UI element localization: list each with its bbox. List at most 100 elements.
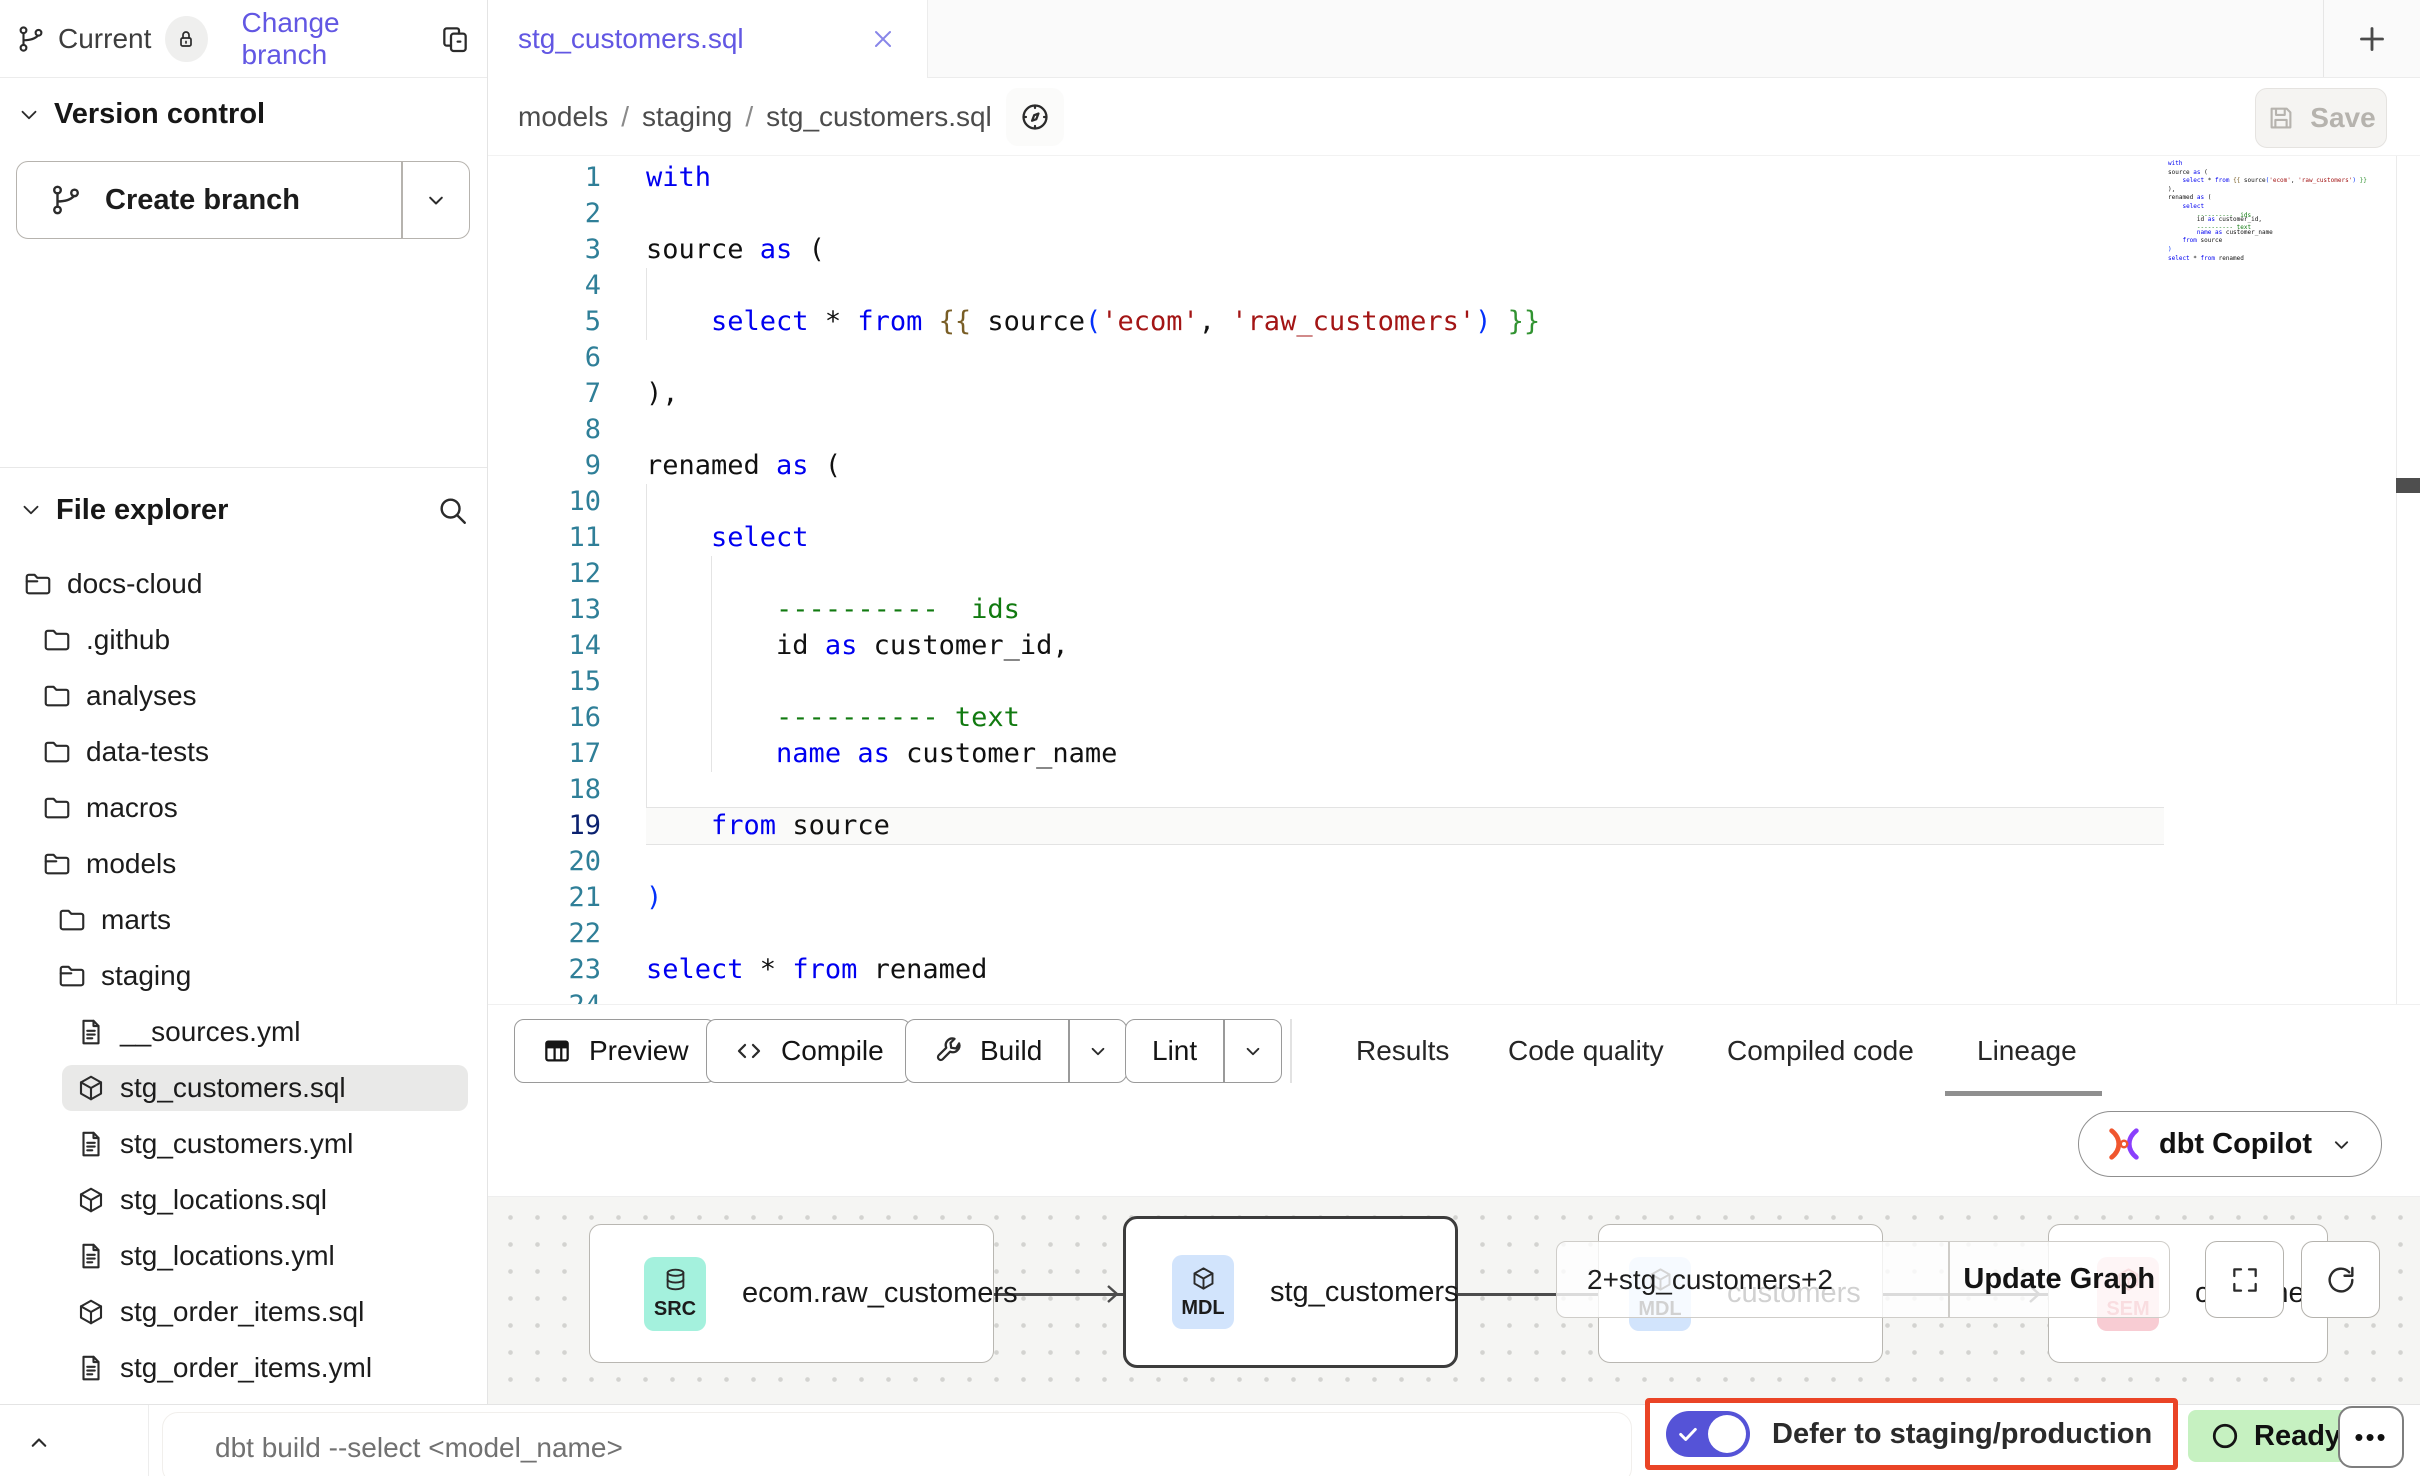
file-tree-item-staging[interactable]: staging: [0, 948, 486, 1004]
lint-dropdown[interactable]: [1225, 1020, 1281, 1082]
indent-guide: [711, 736, 712, 772]
code-line-12[interactable]: 12: [488, 556, 2396, 592]
lineage-node-ecom-raw-customers[interactable]: SRC ecom.raw_customers: [589, 1224, 994, 1363]
editor-scrollbar[interactable]: [2396, 156, 2420, 1004]
code-line-20[interactable]: 20: [488, 844, 2396, 880]
lock-icon: [174, 27, 198, 51]
version-control-title: Version control: [54, 98, 265, 131]
chevron-down-icon[interactable]: [16, 102, 42, 128]
file-tree-item--sources-yml[interactable]: __sources.yml: [0, 1004, 486, 1060]
create-branch-button[interactable]: Create branch: [17, 162, 401, 238]
close-icon[interactable]: [869, 25, 897, 53]
code-line-7[interactable]: 7),: [488, 376, 2396, 412]
code-line-22[interactable]: 22: [488, 916, 2396, 952]
file-tree-item-stg-order-items-sql[interactable]: stg_order_items.sql: [0, 1284, 486, 1340]
code-line-9[interactable]: 9renamed as (: [488, 448, 2396, 484]
code-line-2[interactable]: 2: [488, 196, 2396, 232]
code-line-18[interactable]: 18: [488, 772, 2396, 808]
save-button[interactable]: Save: [2255, 88, 2387, 148]
command-input[interactable]: [163, 1432, 1631, 1464]
code-line-24[interactable]: 24: [488, 988, 2396, 1004]
breadcrumb-staging[interactable]: staging: [642, 101, 732, 133]
file-tree-item-stg-customers-yml[interactable]: stg_customers.yml: [0, 1116, 486, 1172]
file-icon: [76, 1129, 106, 1159]
tab-lineage[interactable]: Lineage: [1977, 1005, 2077, 1097]
file-tree-item-stg-locations-yml[interactable]: stg_locations.yml: [0, 1228, 486, 1284]
file-tree-item-macros[interactable]: macros: [0, 780, 486, 836]
fullscreen-button[interactable]: [2205, 1241, 2284, 1318]
indent-guide: [711, 556, 712, 592]
create-branch-dropdown[interactable]: [403, 162, 469, 238]
tab-code-quality[interactable]: Code quality: [1508, 1005, 1664, 1097]
code-line-23[interactable]: 23select * from renamed: [488, 952, 2396, 988]
tab-results[interactable]: Results: [1356, 1005, 1449, 1097]
line-number: 11: [488, 520, 646, 556]
code-line-15[interactable]: 15: [488, 664, 2396, 700]
file-tree-item-stg-locations-sql[interactable]: stg_locations.sql: [0, 1172, 486, 1228]
compile-button[interactable]: Compile: [706, 1019, 911, 1083]
code-line-17[interactable]: 17 name as customer_name: [488, 736, 2396, 772]
copilot-compass-icon[interactable]: [1006, 88, 1064, 146]
change-branch-link[interactable]: Change branch: [242, 7, 417, 71]
refresh-button[interactable]: [2301, 1241, 2380, 1318]
search-icon[interactable]: [435, 493, 469, 527]
file-tree-item-stg-order-items-yml[interactable]: stg_order_items.yml: [0, 1340, 486, 1396]
file-tree-item-analyses[interactable]: analyses: [0, 668, 486, 724]
indent-guide: [711, 664, 712, 700]
preview-button[interactable]: Preview: [514, 1019, 716, 1083]
copy-branch-icon[interactable]: [439, 23, 471, 55]
defer-toggle[interactable]: [1666, 1411, 1750, 1457]
code-line-13[interactable]: 13 ---------- ids: [488, 592, 2396, 628]
code-line-5[interactable]: 5 select * from {{ source('ecom', 'raw_c…: [488, 304, 2396, 340]
code-line-6[interactable]: 6: [488, 340, 2396, 376]
file-label: stg_order_items.yml: [120, 1352, 372, 1384]
model-icon: [76, 1185, 106, 1215]
code-line-8[interactable]: 8: [488, 412, 2396, 448]
code-line-21[interactable]: 21): [488, 880, 2396, 916]
code-line-19[interactable]: 19 from source: [488, 808, 2396, 844]
update-graph-button[interactable]: Update Graph: [1950, 1242, 2169, 1317]
code-line-4[interactable]: 4: [488, 268, 2396, 304]
dbt-copilot-button[interactable]: dbt Copilot: [2078, 1111, 2382, 1177]
scrollbar-thumb[interactable]: [2396, 478, 2420, 493]
file-label: models: [86, 848, 176, 880]
status-badge-ready[interactable]: Ready: [2188, 1410, 2363, 1462]
file-tree-item-models[interactable]: models: [0, 836, 486, 892]
breadcrumb-models[interactable]: models: [518, 101, 608, 133]
code-line-11[interactable]: 11 select: [488, 520, 2396, 556]
more-options-button[interactable]: •••: [2338, 1406, 2404, 1468]
lint-label: Lint: [1152, 1035, 1197, 1067]
code-lines: 1with23source as (45 select * from {{ so…: [488, 160, 2396, 1004]
code-editor[interactable]: 1with23source as (45 select * from {{ so…: [488, 155, 2420, 1004]
code-line-1[interactable]: 1with: [488, 160, 2396, 196]
code-line-16[interactable]: 16 ---------- text: [488, 700, 2396, 736]
lineage-canvas[interactable]: SRC ecom.raw_customers MDL stg_customers…: [488, 1196, 2420, 1404]
minimap[interactable]: withsource as ( select * from {{ source(…: [2168, 162, 2308, 265]
chevron-down-icon[interactable]: [18, 497, 44, 523]
code-line-14[interactable]: 14 id as customer_id,: [488, 628, 2396, 664]
file-label: stg_order_items.sql: [120, 1296, 364, 1328]
file-tree-item-docs-cloud[interactable]: docs-cloud: [0, 556, 486, 612]
file-tree-item-data-tests[interactable]: data-tests: [0, 724, 486, 780]
file-tree-item-stg-customers-sql[interactable]: stg_customers.sql: [62, 1065, 468, 1111]
tab-compiled-code[interactable]: Compiled code: [1727, 1005, 1914, 1097]
lineage-node-stg-customers[interactable]: MDL stg_customers: [1123, 1216, 1458, 1368]
file-icon: [76, 1241, 106, 1271]
file-tree-item--github[interactable]: .github: [0, 612, 486, 668]
tab-stg-customers-sql[interactable]: stg_customers.sql: [488, 0, 928, 78]
compile-label: Compile: [781, 1035, 884, 1067]
lineage-selector-input[interactable]: [1557, 1242, 1948, 1317]
file-label: macros: [86, 792, 178, 824]
editor-toolbar: Preview Compile Build Lint: [488, 1004, 2420, 1096]
lint-button[interactable]: Lint: [1126, 1020, 1223, 1082]
dbt-copilot-logo: [2105, 1125, 2143, 1163]
file-tree-item-marts[interactable]: marts: [0, 892, 486, 948]
collapse-panel-button[interactable]: [24, 1427, 54, 1457]
build-button[interactable]: Build: [906, 1020, 1068, 1082]
build-dropdown[interactable]: [1070, 1020, 1126, 1082]
new-tab-button[interactable]: [2324, 0, 2420, 77]
check-icon: [1677, 1423, 1699, 1445]
code-line-10[interactable]: 10: [488, 484, 2396, 520]
plus-icon: [2354, 21, 2390, 57]
code-line-3[interactable]: 3source as (: [488, 232, 2396, 268]
